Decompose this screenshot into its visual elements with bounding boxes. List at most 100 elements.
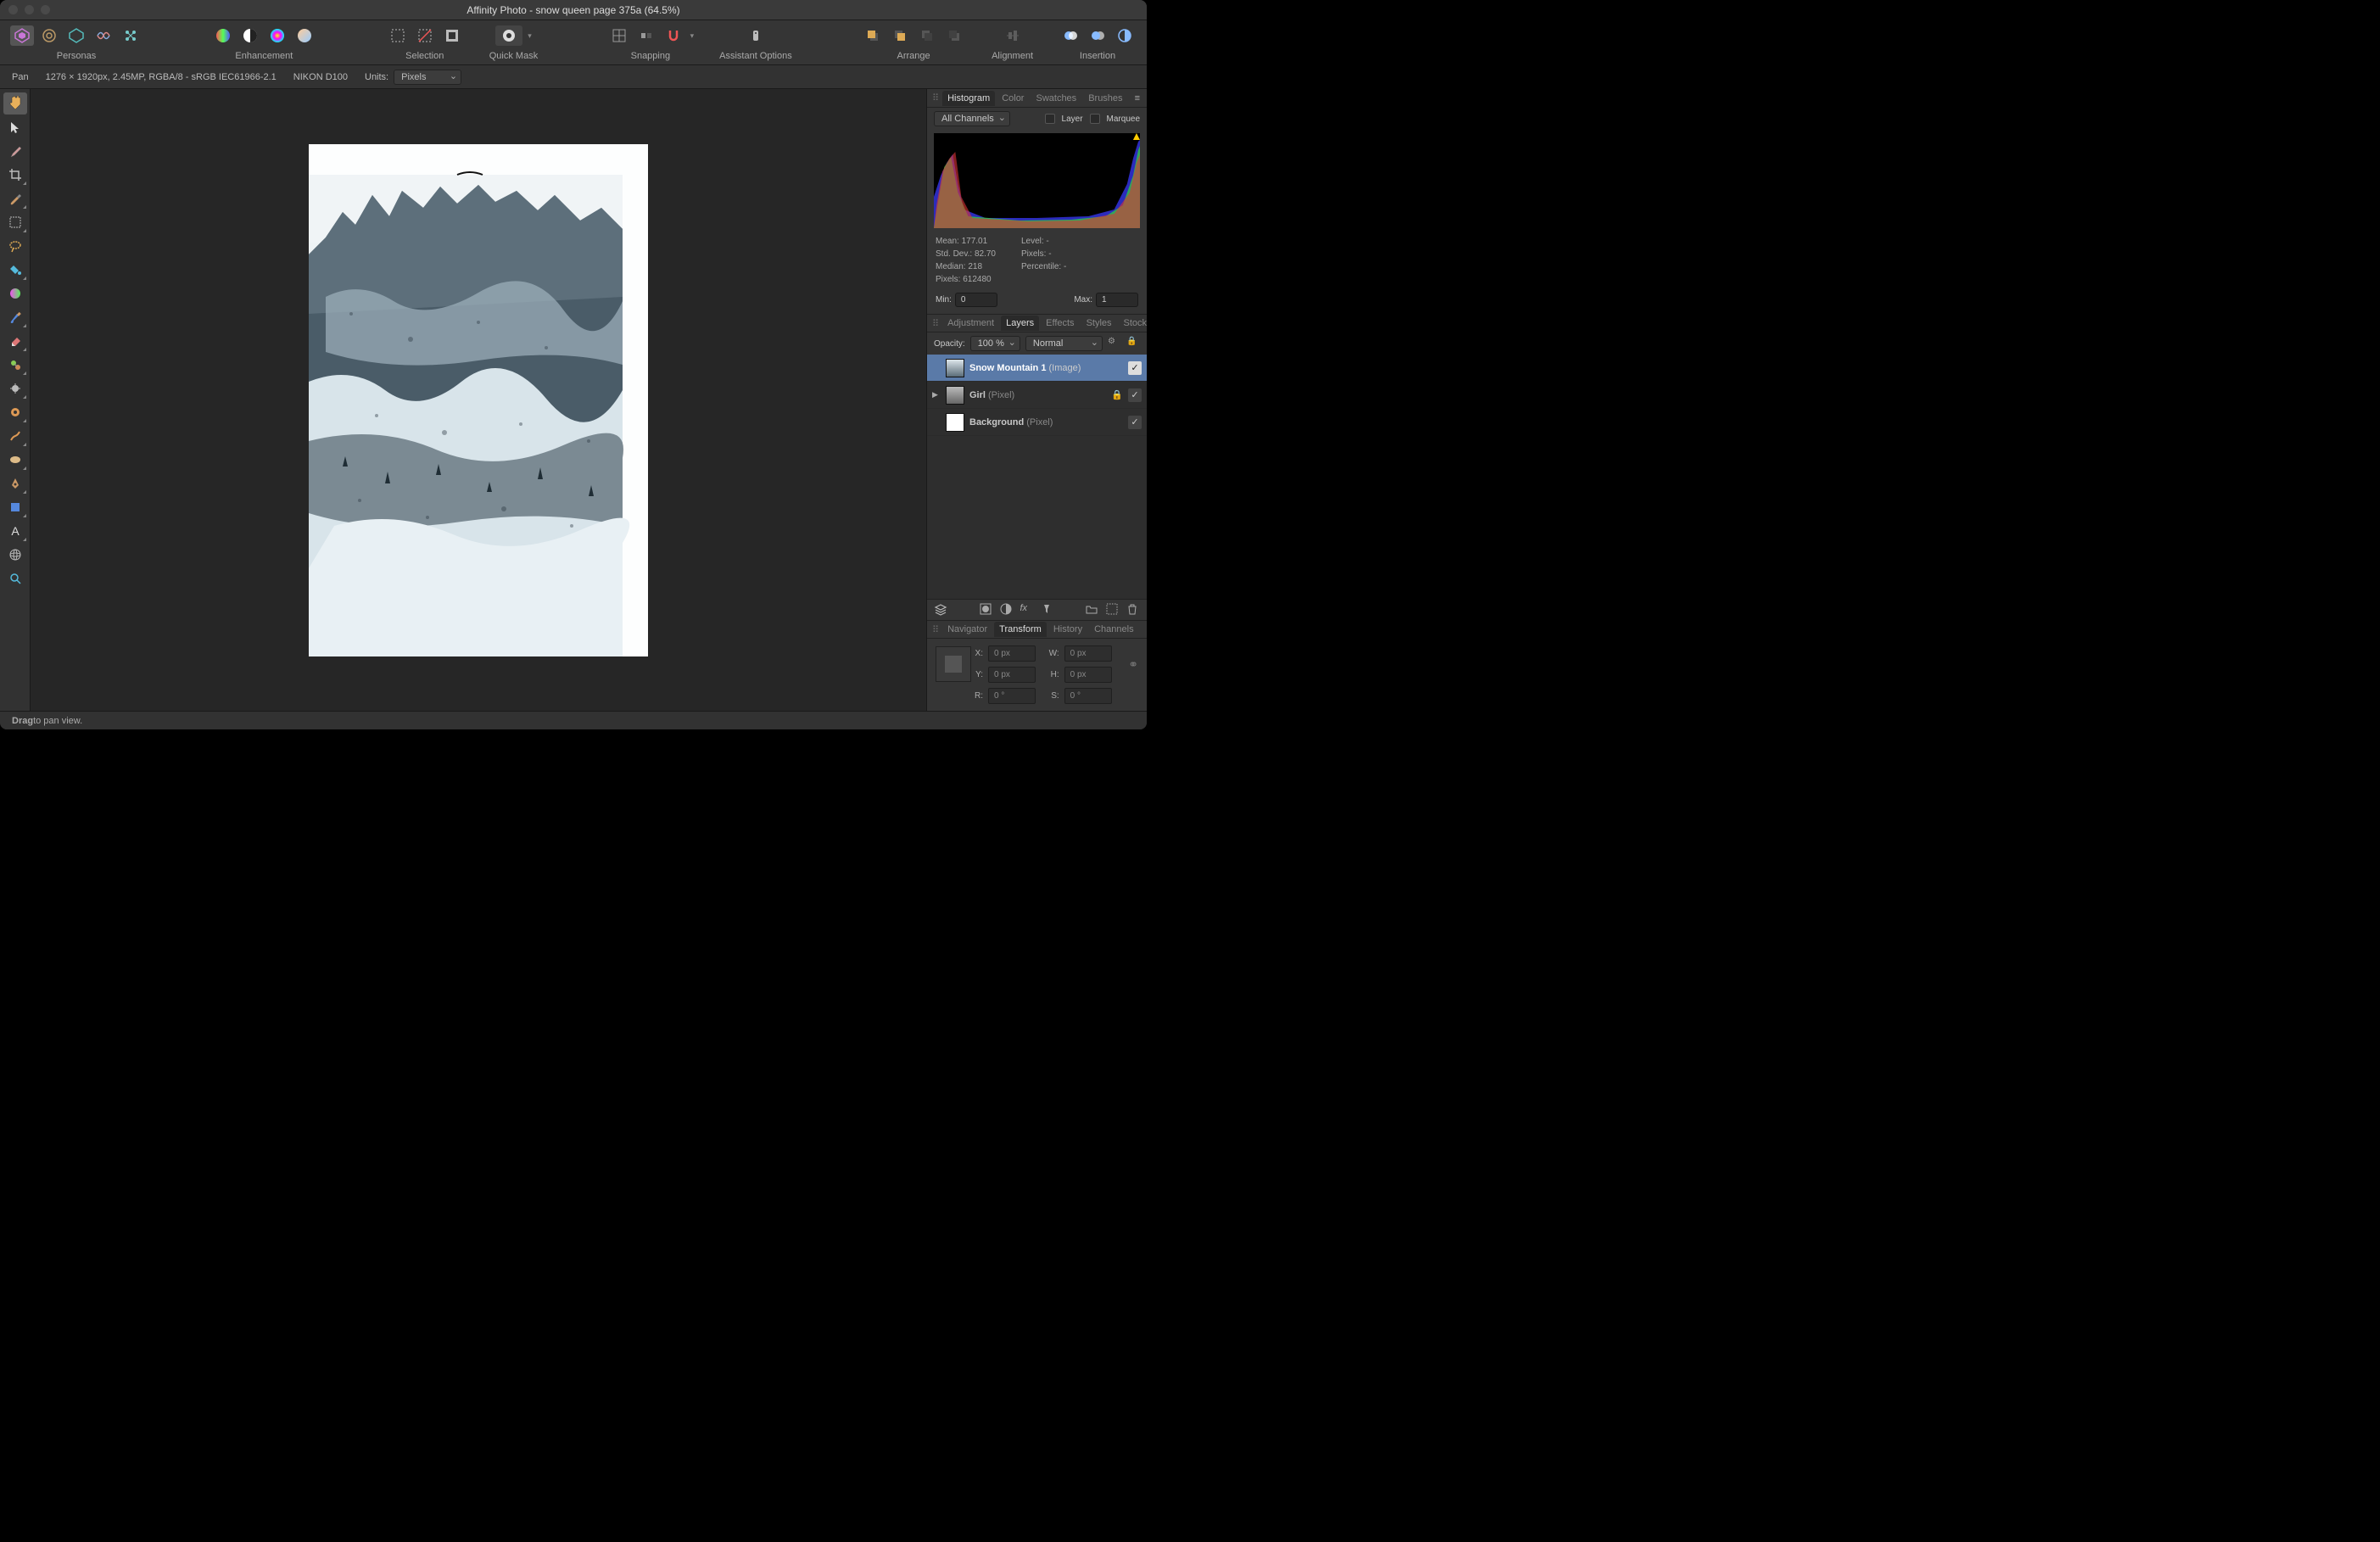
- minimize-window-button[interactable]: [25, 5, 34, 14]
- mesh-warp-tool[interactable]: [3, 544, 27, 566]
- assistant-button[interactable]: [744, 25, 768, 46]
- retouch-tool[interactable]: [3, 401, 27, 423]
- export-persona-button[interactable]: [119, 25, 142, 46]
- liquify-persona-button[interactable]: [37, 25, 61, 46]
- erase-brush-tool[interactable]: [3, 330, 27, 352]
- selection-brush-tool[interactable]: [3, 187, 27, 210]
- insert-top-button[interactable]: [1086, 25, 1109, 46]
- effects-tab[interactable]: Effects: [1041, 316, 1079, 331]
- channels-tab[interactable]: Channels: [1089, 622, 1138, 637]
- gradient-tool[interactable]: [3, 282, 27, 304]
- transform-tab[interactable]: Transform: [994, 622, 1047, 637]
- styles-tab[interactable]: Styles: [1081, 316, 1117, 331]
- dodge-tool[interactable]: [3, 377, 27, 399]
- brushes-tab[interactable]: Brushes: [1083, 91, 1127, 106]
- zoom-window-button[interactable]: [41, 5, 50, 14]
- close-window-button[interactable]: [8, 5, 18, 14]
- pen-tool[interactable]: [3, 472, 27, 494]
- transform-x-input[interactable]: [988, 645, 1036, 662]
- invert-selection-button[interactable]: [440, 25, 464, 46]
- freehand-selection-tool[interactable]: [3, 235, 27, 257]
- lock-layer-icon[interactable]: 🔒: [1126, 337, 1140, 350]
- color-picker-tool[interactable]: [3, 140, 27, 162]
- link-dimensions-icon[interactable]: ⚭: [1125, 657, 1138, 672]
- auto-whitebalance-button[interactable]: [293, 25, 316, 46]
- zoom-tool[interactable]: [3, 567, 27, 589]
- auto-colors-button[interactable]: [265, 25, 289, 46]
- layer-visibility-checkbox[interactable]: ✓: [1128, 361, 1142, 375]
- transform-y-input[interactable]: [988, 667, 1036, 683]
- stock-tab[interactable]: Stock: [1119, 316, 1147, 331]
- select-all-button[interactable]: [386, 25, 410, 46]
- inpainting-tool[interactable]: [3, 425, 27, 447]
- histogram-channel-select[interactable]: All Channels: [934, 111, 1010, 126]
- fx-layer-icon[interactable]: fx: [1020, 603, 1034, 617]
- histogram-layer-checkbox[interactable]: [1045, 114, 1055, 124]
- view-tool[interactable]: [3, 92, 27, 115]
- rectangle-tool[interactable]: [3, 496, 27, 518]
- hist-min-input[interactable]: [955, 293, 997, 307]
- layer-row[interactable]: Background (Pixel) ✓: [927, 409, 1147, 436]
- group-layer-icon[interactable]: [1086, 603, 1099, 617]
- move-backward-button[interactable]: [915, 25, 939, 46]
- mask-layer-icon[interactable]: [980, 603, 993, 617]
- adjustment-layer-icon[interactable]: [1000, 603, 1014, 617]
- force-pixel-alignment-button[interactable]: [634, 25, 658, 46]
- snapping-button[interactable]: [662, 25, 685, 46]
- units-select[interactable]: Pixels: [394, 70, 461, 85]
- marquee-tool[interactable]: [3, 211, 27, 233]
- move-forward-button[interactable]: [888, 25, 912, 46]
- blend-mode-select[interactable]: Normal: [1025, 336, 1103, 351]
- text-tool[interactable]: A: [3, 520, 27, 542]
- insert-behind-button[interactable]: [1059, 25, 1082, 46]
- enhancement-label: Enhancement: [235, 51, 293, 64]
- insert-inside-button[interactable]: [1113, 25, 1137, 46]
- color-tab[interactable]: Color: [997, 91, 1029, 106]
- layer-row[interactable]: Snow Mountain 1 (Image) ✓: [927, 355, 1147, 382]
- histogram-marquee-checkbox[interactable]: [1090, 114, 1100, 124]
- histogram-panel-menu[interactable]: ≡: [1131, 93, 1143, 103]
- swatches-tab[interactable]: Swatches: [1031, 91, 1081, 106]
- crop-tool[interactable]: [3, 164, 27, 186]
- paint-brush-tool[interactable]: [3, 306, 27, 328]
- canvas-viewport[interactable]: [31, 89, 926, 711]
- show-grid-button[interactable]: [607, 25, 631, 46]
- photo-persona-button[interactable]: [10, 25, 34, 46]
- transform-s-input[interactable]: [1064, 688, 1112, 704]
- hist-max-input[interactable]: [1096, 293, 1138, 307]
- histogram-marquee-label: Marquee: [1107, 115, 1140, 124]
- flood-fill-tool[interactable]: [3, 259, 27, 281]
- tonemap-persona-button[interactable]: [92, 25, 115, 46]
- navigator-tab[interactable]: Navigator: [942, 622, 992, 637]
- layer-expand-toggle[interactable]: ▶: [932, 390, 941, 399]
- layers-menu-icon[interactable]: [934, 603, 947, 617]
- transform-anchor-widget[interactable]: [936, 646, 971, 682]
- move-to-back-button[interactable]: [942, 25, 966, 46]
- blend-options-icon[interactable]: ⚙: [1108, 337, 1121, 350]
- history-tab[interactable]: History: [1048, 622, 1087, 637]
- quickmask-button[interactable]: [495, 25, 522, 46]
- smudge-tool[interactable]: [3, 449, 27, 471]
- develop-persona-button[interactable]: [64, 25, 88, 46]
- layers-tab[interactable]: Layers: [1001, 316, 1039, 331]
- adjustment-tab[interactable]: Adjustment: [942, 316, 999, 331]
- alignment-button[interactable]: [1001, 25, 1025, 46]
- deselect-button[interactable]: [413, 25, 437, 46]
- layer-visibility-checkbox[interactable]: ✓: [1128, 416, 1142, 429]
- auto-contrast-button[interactable]: [238, 25, 262, 46]
- add-layer-icon[interactable]: [1106, 603, 1120, 617]
- layer-visibility-checkbox[interactable]: ✓: [1128, 388, 1142, 402]
- transform-r-input[interactable]: [988, 688, 1036, 704]
- move-tool[interactable]: [3, 116, 27, 138]
- move-to-front-button[interactable]: [861, 25, 885, 46]
- live-filter-icon[interactable]: [1041, 603, 1054, 617]
- opacity-input[interactable]: 100 %: [970, 336, 1020, 351]
- delete-layer-icon[interactable]: [1126, 603, 1140, 617]
- histogram-tab[interactable]: Histogram: [942, 91, 995, 106]
- clone-brush-tool[interactable]: [3, 354, 27, 376]
- auto-levels-button[interactable]: [211, 25, 235, 46]
- layer-row[interactable]: ▶ Girl (Pixel) 🔒 ✓: [927, 382, 1147, 409]
- transform-h-input[interactable]: [1064, 667, 1112, 683]
- transform-w-input[interactable]: [1064, 645, 1112, 662]
- document-canvas: [309, 144, 648, 656]
